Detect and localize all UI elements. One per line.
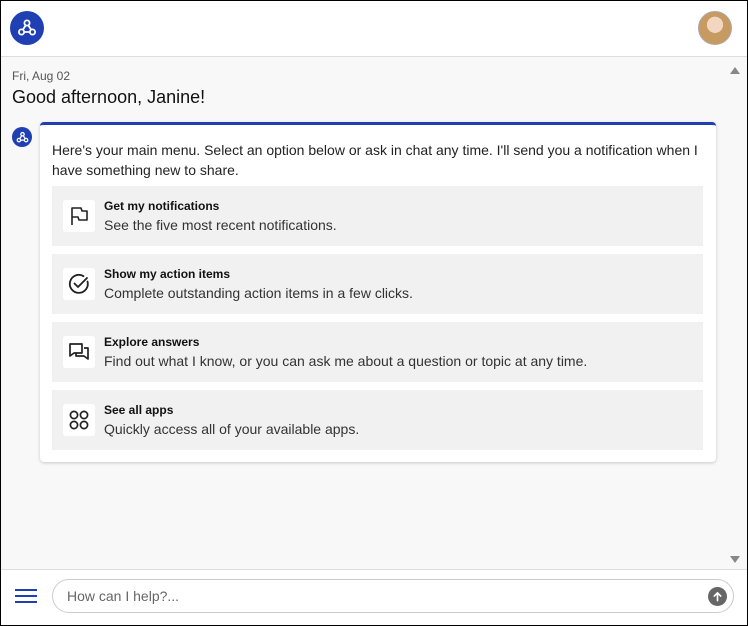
menu-item-title: See all apps: [104, 403, 174, 417]
menu-item-explore-answers[interactable]: Explore answers Find out what I know, or…: [52, 322, 703, 382]
hamburger-menu-icon[interactable]: [15, 589, 37, 605]
menu-item-title: Get my notifications: [104, 199, 220, 213]
menu-item-desc: See the five most recent notifications.: [104, 217, 337, 233]
scroll-up-arrow[interactable]: [730, 67, 740, 74]
bot-avatar-icon: [12, 127, 32, 147]
assistant-window: Fri, Aug 02 Good afternoon, Janine! Here…: [0, 0, 748, 626]
greeting-heading: Good afternoon, Janine!: [12, 87, 206, 107]
check-circle-icon: [63, 268, 95, 300]
menu-item-title: Show my action items: [104, 267, 231, 281]
main-menu-card: Here's your main menu. Select an option …: [40, 122, 716, 462]
chat-input[interactable]: [67, 587, 687, 605]
menu-item-action-items[interactable]: Show my action items Complete outstandin…: [52, 254, 703, 314]
top-bar: [1, 1, 747, 57]
apps-grid-icon: [63, 404, 95, 436]
user-avatar[interactable]: [698, 11, 732, 45]
menu-intro-text: Here's your main menu. Select an option …: [52, 142, 698, 178]
menu-item-desc: Complete outstanding action items in a f…: [104, 285, 413, 301]
chat-input-container: [52, 579, 734, 613]
menu-item-desc: Find out what I know, or you can ask me …: [104, 353, 588, 369]
chat-date: Fri, Aug 02: [12, 69, 71, 83]
composer-bar: [1, 569, 747, 625]
menu-item-all-apps[interactable]: See all apps Quickly access all of your …: [52, 390, 703, 450]
arrow-up-icon: [713, 592, 722, 602]
menu-item-title: Explore answers: [104, 335, 200, 349]
scroll-down-arrow[interactable]: [730, 556, 740, 563]
chat-area: Fri, Aug 02 Good afternoon, Janine! Here…: [1, 57, 747, 569]
menu-item-desc: Quickly access all of your available app…: [104, 421, 360, 437]
menu-item-notifications[interactable]: Get my notifications See the five most r…: [52, 186, 703, 246]
flag-icon: [63, 200, 95, 232]
hub-network-icon[interactable]: [10, 11, 44, 45]
send-button[interactable]: [708, 587, 727, 606]
chat-bubbles-icon: [63, 336, 95, 368]
